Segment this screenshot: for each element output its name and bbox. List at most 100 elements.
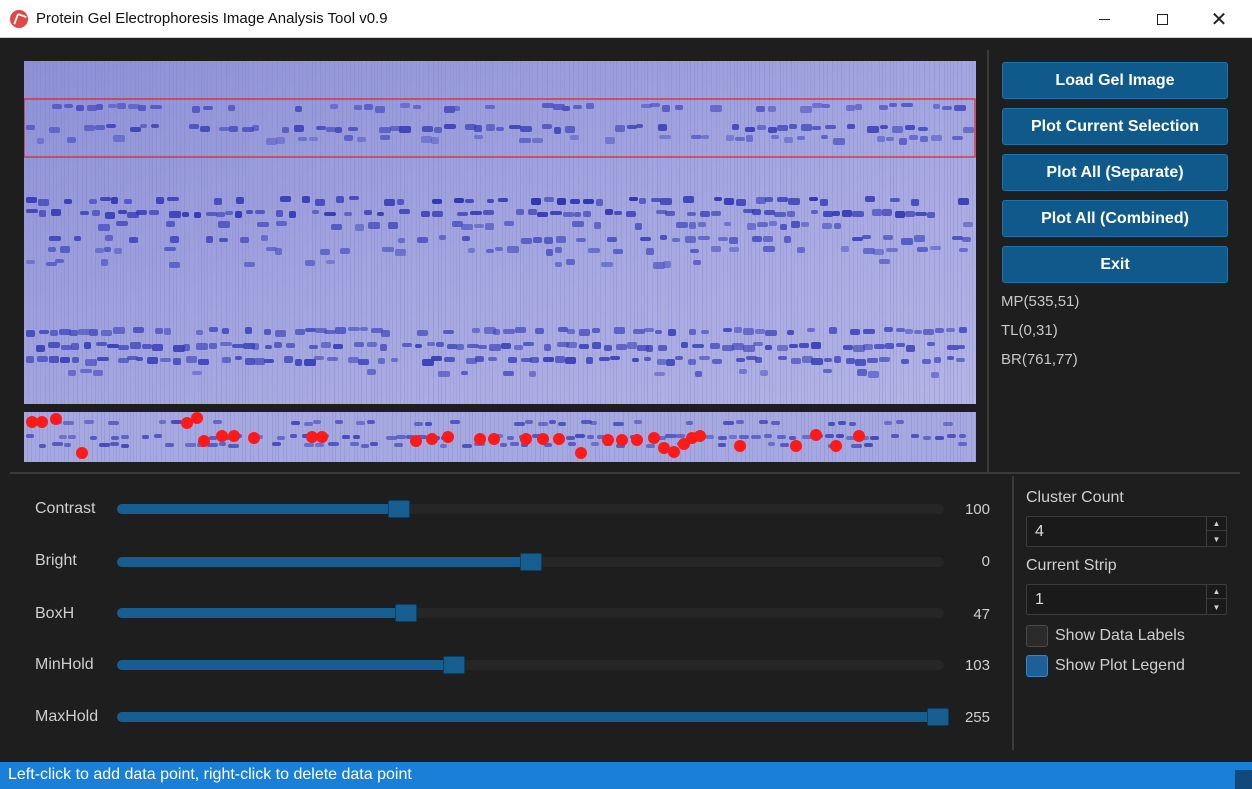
exit-button[interactable]: Exit bbox=[1002, 246, 1228, 283]
lane-streak bbox=[68, 61, 69, 404]
lane-streak bbox=[123, 61, 124, 404]
show-data-labels-checkbox[interactable] bbox=[1026, 625, 1048, 647]
protein-band bbox=[232, 344, 244, 348]
resize-grip-icon[interactable] bbox=[1235, 770, 1252, 789]
lane-streak bbox=[939, 61, 940, 404]
strip-band bbox=[26, 434, 34, 438]
bright-slider[interactable] bbox=[117, 553, 944, 571]
current-strip-spinbox[interactable]: 1 ▲ ▼ bbox=[1026, 584, 1227, 615]
strip-band bbox=[646, 444, 655, 448]
protein-band bbox=[566, 342, 577, 348]
protein-band bbox=[264, 329, 271, 335]
plot-all-combined-button[interactable]: Plot All (Combined) bbox=[1002, 200, 1228, 237]
protein-band bbox=[472, 328, 480, 333]
protein-band bbox=[883, 235, 893, 240]
strip-band bbox=[723, 421, 734, 425]
protein-band bbox=[493, 329, 500, 335]
bright-slider-handle[interactable] bbox=[519, 553, 542, 571]
bright-slider-fill bbox=[117, 557, 531, 567]
strip-lane-streak bbox=[165, 412, 166, 462]
gel-strip-image bbox=[24, 412, 976, 462]
strip-lane-streak bbox=[957, 412, 958, 462]
strip-band bbox=[121, 435, 129, 439]
maxhold-slider-handle[interactable] bbox=[927, 708, 949, 726]
strip-lane-streak bbox=[628, 412, 629, 462]
boxh-slider[interactable] bbox=[117, 604, 944, 622]
show-plot-legend-checkbox[interactable] bbox=[1026, 655, 1048, 677]
data-point-marker bbox=[602, 434, 614, 446]
close-button[interactable]: ✕ bbox=[1196, 0, 1242, 38]
lane-streak bbox=[730, 61, 731, 404]
strip-band bbox=[209, 436, 217, 440]
current-strip-stepper: ▲ ▼ bbox=[1206, 585, 1226, 614]
protein-band bbox=[662, 105, 670, 112]
lane-streak bbox=[91, 61, 92, 404]
strip-lane-streak bbox=[517, 412, 518, 462]
show-plot-legend-label[interactable]: Show Plot Legend bbox=[1055, 657, 1185, 675]
contrast-value: 100 bbox=[964, 501, 990, 518]
protein-band bbox=[80, 369, 92, 373]
protein-band bbox=[879, 105, 888, 110]
protein-band bbox=[514, 345, 523, 350]
current-strip-down-arrow-icon[interactable]: ▼ bbox=[1207, 600, 1226, 614]
protein-band bbox=[354, 105, 362, 110]
gel-image-canvas[interactable] bbox=[24, 61, 976, 404]
protein-band bbox=[324, 330, 336, 334]
minhold-slider-handle[interactable] bbox=[442, 656, 465, 674]
protein-band bbox=[901, 103, 913, 107]
maximize-button[interactable] bbox=[1139, 0, 1185, 38]
load-gel-image-button[interactable]: Load Gel Image bbox=[1002, 62, 1228, 99]
protein-band bbox=[931, 372, 939, 378]
lane-streak bbox=[600, 61, 601, 404]
protein-band bbox=[344, 135, 353, 141]
protein-band bbox=[46, 262, 57, 266]
protein-band bbox=[96, 342, 107, 346]
protein-band bbox=[729, 247, 739, 252]
protein-band bbox=[799, 343, 809, 348]
strip-lane-streak bbox=[335, 412, 336, 462]
plot-all-separate-button[interactable]: Plot All (Separate) bbox=[1002, 154, 1228, 191]
protein-band bbox=[952, 236, 963, 240]
protein-band bbox=[444, 124, 456, 129]
strip-band bbox=[575, 434, 585, 438]
protein-band bbox=[216, 212, 225, 217]
cluster-count-down-arrow-icon[interactable]: ▼ bbox=[1207, 532, 1226, 546]
protein-band bbox=[415, 344, 422, 348]
protein-band bbox=[402, 343, 412, 347]
lane-streak bbox=[211, 61, 212, 404]
strip-lane-streak bbox=[245, 412, 246, 462]
gel-strip-preview[interactable] bbox=[24, 412, 976, 462]
strip-band bbox=[923, 436, 931, 440]
strip-band bbox=[64, 443, 71, 447]
protein-band bbox=[644, 328, 654, 332]
close-icon: ✕ bbox=[1210, 7, 1228, 31]
protein-band bbox=[198, 359, 209, 365]
lane-streak bbox=[104, 61, 105, 404]
protein-band bbox=[400, 103, 410, 108]
lane-streak bbox=[342, 61, 343, 404]
show-data-labels-label[interactable]: Show Data Labels bbox=[1055, 627, 1185, 645]
current-strip-up-arrow-icon[interactable]: ▲ bbox=[1207, 585, 1226, 599]
protein-band bbox=[89, 199, 97, 204]
data-point-marker bbox=[248, 432, 260, 444]
maxhold-slider[interactable] bbox=[117, 708, 949, 726]
protein-band bbox=[431, 137, 439, 144]
protein-band bbox=[170, 236, 179, 243]
strip-band bbox=[591, 442, 599, 446]
contrast-slider[interactable] bbox=[117, 500, 944, 518]
lane-streak bbox=[325, 61, 326, 404]
boxh-slider-handle[interactable] bbox=[394, 604, 417, 622]
protein-band bbox=[952, 136, 963, 140]
plot-current-selection-button[interactable]: Plot Current Selection bbox=[1002, 108, 1228, 145]
protein-band bbox=[254, 358, 265, 365]
contrast-slider-handle[interactable] bbox=[388, 500, 411, 518]
protein-band bbox=[97, 357, 109, 361]
protein-band bbox=[295, 359, 302, 366]
minhold-slider[interactable] bbox=[117, 656, 944, 674]
protein-band bbox=[769, 221, 777, 226]
cluster-count-up-arrow-icon[interactable]: ▲ bbox=[1207, 517, 1226, 531]
protein-band bbox=[439, 235, 446, 240]
gel-background bbox=[24, 61, 976, 404]
cluster-count-spinbox[interactable]: 4 ▲ ▼ bbox=[1026, 516, 1227, 547]
minimize-button[interactable] bbox=[1081, 0, 1127, 38]
